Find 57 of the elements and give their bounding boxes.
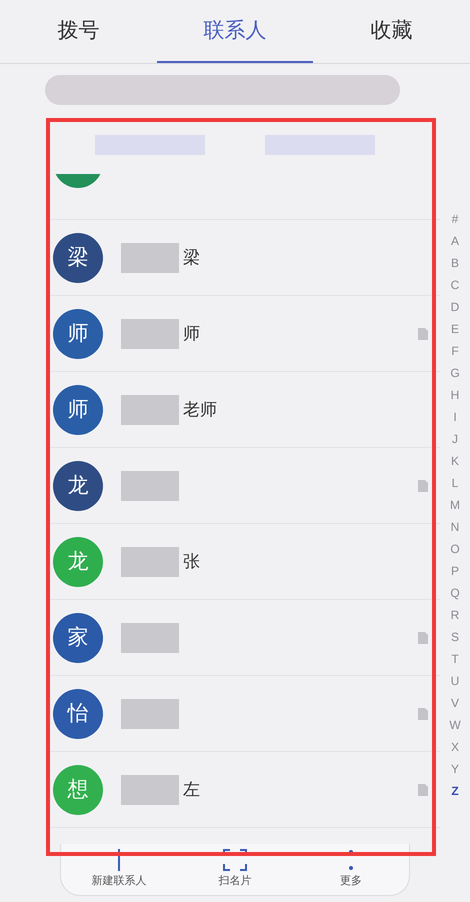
- redaction-block: [121, 774, 179, 804]
- redaction-block: [121, 698, 179, 728]
- index-letter[interactable]: H: [450, 384, 460, 406]
- index-letter[interactable]: E: [450, 318, 459, 340]
- contact-name[interactable]: 老师: [183, 396, 217, 422]
- index-letter[interactable]: D: [450, 296, 460, 318]
- index-letter[interactable]: V: [450, 692, 459, 714]
- toolbar-button[interactable]: 扫名片: [177, 844, 293, 895]
- index-letter[interactable]: F: [451, 340, 459, 362]
- contact-name[interactable]: 梁: [183, 244, 200, 270]
- index-letter[interactable]: P: [450, 560, 459, 582]
- redaction-block: [121, 394, 179, 424]
- redaction-block: [121, 546, 179, 576]
- index-letter[interactable]: J: [452, 428, 458, 450]
- plus-icon: [117, 849, 121, 872]
- contact-avatar[interactable]: 龙: [53, 460, 103, 510]
- contact-avatar[interactable]: 师: [53, 384, 103, 434]
- contact-avatar[interactable]: 家: [53, 612, 103, 662]
- contact-name[interactable]: 左: [183, 776, 200, 802]
- index-letter[interactable]: T: [451, 648, 459, 670]
- tab[interactable]: 联系人: [156, 0, 314, 63]
- index-letter[interactable]: L: [452, 472, 458, 494]
- tab[interactable]: 拨号: [0, 0, 157, 63]
- index-letter[interactable]: B: [450, 252, 459, 274]
- scan-icon: [223, 849, 247, 872]
- redaction-block: [121, 622, 179, 652]
- contact-name[interactable]: 师: [183, 320, 200, 346]
- redaction-block: [121, 318, 179, 348]
- contact-avatar[interactable]: 想: [53, 764, 103, 814]
- index-letter[interactable]: K: [450, 450, 459, 472]
- tab[interactable]: 收藏: [313, 0, 470, 63]
- toolbar-button[interactable]: 新建联系人: [61, 844, 177, 895]
- index-letter[interactable]: Z: [451, 780, 459, 802]
- index-letter[interactable]: I: [453, 406, 457, 428]
- contact-avatar[interactable]: 师: [53, 308, 103, 358]
- index-letter[interactable]: M: [450, 494, 460, 516]
- index-letter[interactable]: S: [450, 626, 459, 648]
- index-letter[interactable]: W: [449, 714, 461, 736]
- redaction-block: [121, 470, 179, 500]
- index-letter[interactable]: #: [452, 208, 458, 230]
- contact-name[interactable]: 张: [183, 548, 200, 574]
- toolbar-button[interactable]: 更多: [293, 844, 409, 895]
- index-letter[interactable]: R: [450, 604, 460, 626]
- more-icon: [348, 849, 354, 872]
- index-letter[interactable]: U: [450, 670, 460, 692]
- contact-avatar[interactable]: 怡: [53, 688, 103, 738]
- contact-avatar[interactable]: 梁: [53, 232, 103, 282]
- index-letter[interactable]: N: [450, 516, 460, 538]
- index-letter[interactable]: X: [450, 736, 459, 758]
- index-letter[interactable]: G: [450, 362, 460, 384]
- contact-avatar[interactable]: 龙: [53, 536, 103, 586]
- index-letter[interactable]: A: [450, 230, 459, 252]
- index-letter[interactable]: Y: [450, 758, 459, 780]
- redaction-block: [121, 242, 179, 272]
- index-letter[interactable]: Q: [450, 582, 460, 604]
- index-letter[interactable]: C: [450, 274, 460, 296]
- index-letter[interactable]: O: [450, 538, 460, 560]
